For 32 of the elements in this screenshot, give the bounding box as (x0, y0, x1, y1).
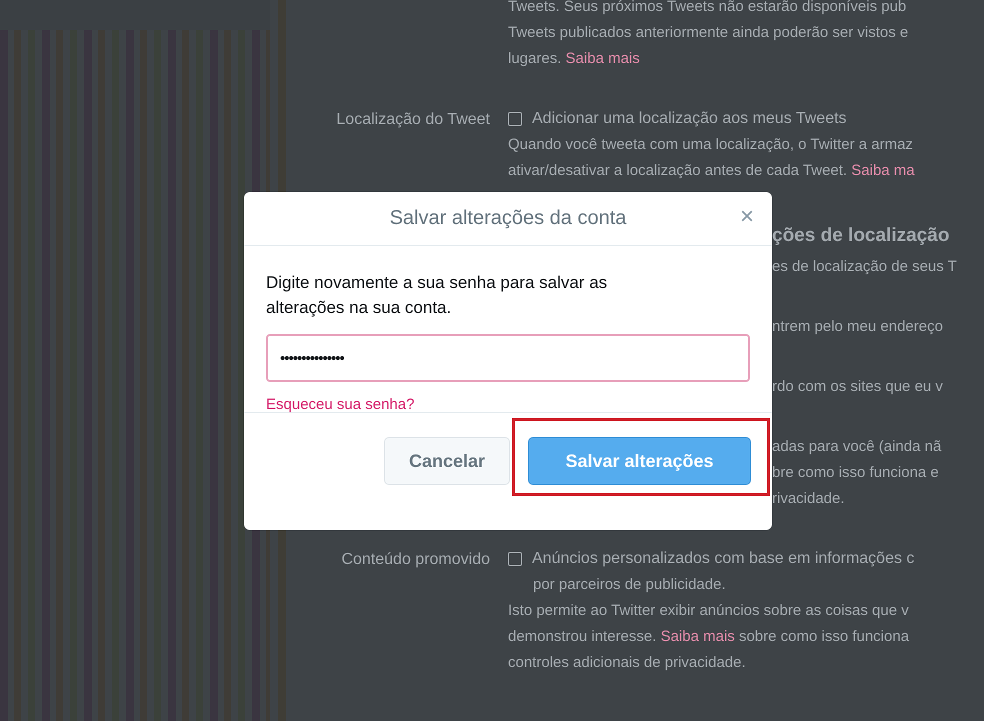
description-text: Tweets. Seus próximos Tweets não estarão disponíveis pub (508, 0, 906, 17)
dialog-title: Salvar alterações da conta (390, 207, 626, 230)
forgot-password-link[interactable]: Esqueceu sua senha? (266, 396, 414, 413)
description-text: adas para você (ainda nã (772, 437, 942, 457)
description-text: controles adicionais de privacidade. (508, 653, 746, 673)
description-text: rivacidade. (772, 489, 845, 509)
learn-more-link[interactable]: Saiba mais (566, 50, 640, 67)
description-text: por parceiros de publicidade. (533, 575, 726, 595)
description-text: ntrem pelo meu endereço (772, 317, 943, 337)
description-text: demonstrou interesse. Saiba mais sobre como isso funciona (508, 627, 910, 647)
password-field[interactable]: ••••••••••••••• (266, 334, 750, 382)
description-text: es de localização de seus T (772, 257, 957, 277)
setting-label: Localização do Tweet (335, 110, 490, 130)
dialog-message: Digite novamente a sua senha para salvar as alterações na sua conta. (266, 272, 608, 319)
description-text: bre como isso funciona e (772, 463, 939, 483)
checkbox-label: Anúncios personalizados com base em informações c (532, 549, 914, 569)
description-text: ativar/desativar a localização antes de cada Tweet. Saiba ma (508, 161, 915, 181)
setting-label: Conteúdo promovido (340, 550, 490, 570)
description-text: lugares. Saiba mais (508, 49, 640, 69)
checkbox-label: Adicionar uma localização aos meus Tweets (532, 109, 847, 129)
learn-more-link[interactable]: Saiba ma (851, 162, 915, 179)
learn-more-link[interactable]: Saiba mais (660, 628, 735, 645)
save-button[interactable]: Salvar alterações (528, 437, 751, 485)
description-text: Tweets publicados anteriormente ainda poderão ser vistos e (508, 23, 908, 43)
section-heading: ções de localização (772, 224, 950, 248)
checkbox[interactable] (508, 552, 522, 566)
description-text: Isto permite ao Twitter exibir anúncios sobre as coisas que v (508, 601, 909, 621)
close-button[interactable]: × (740, 205, 754, 229)
description-text: Quando você tweeta com uma localização, o Twitter a armaz (508, 135, 913, 155)
cancel-button[interactable]: Cancelar (384, 437, 510, 485)
checkbox[interactable] (508, 112, 522, 126)
description-text: rdo com os sites que eu v (772, 377, 943, 397)
